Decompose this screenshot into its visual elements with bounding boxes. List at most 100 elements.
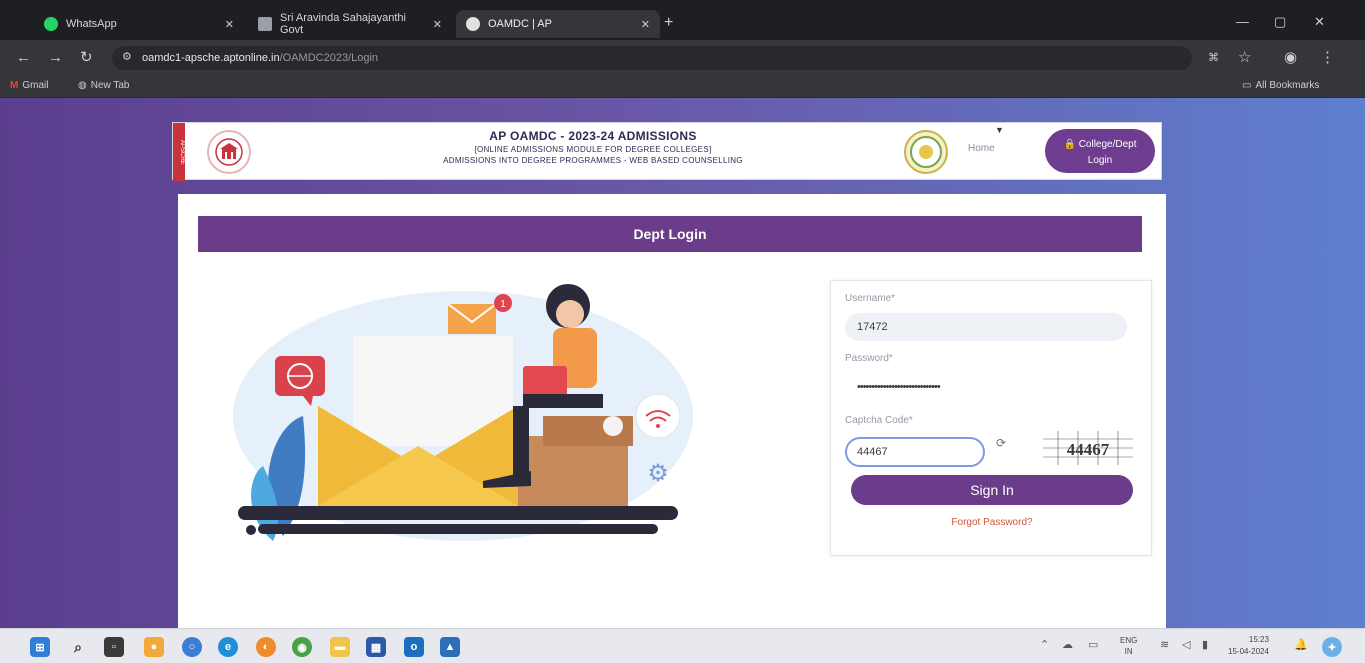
display-icon[interactable]: ▭ bbox=[1088, 638, 1098, 651]
captcha-image: 44467 bbox=[1043, 431, 1133, 465]
login-form: Username* Password* Captcha Code* ⟳ 4446… bbox=[830, 280, 1152, 556]
clock-date: 15-04-2024 bbox=[1228, 647, 1269, 656]
college-dept-login-button[interactable]: 🔒 College/Dept Login bbox=[1045, 129, 1155, 173]
bookmark-label: Gmail bbox=[22, 80, 49, 91]
lang-code: ENG bbox=[1120, 636, 1138, 645]
back-arrow-icon[interactable]: ← bbox=[16, 49, 31, 67]
new-tab-icon[interactable]: + bbox=[664, 14, 673, 32]
bookmarks-bar: M Gmail ◍ New Tab ▭ All Bookmarks bbox=[0, 76, 1365, 98]
captcha-input[interactable] bbox=[845, 437, 985, 467]
bookmark-star-icon[interactable]: ☆ bbox=[1238, 49, 1251, 67]
store-icon[interactable]: ▦ bbox=[366, 637, 386, 657]
maximize-icon[interactable]: ▢ bbox=[1274, 14, 1286, 30]
page-icon bbox=[258, 17, 272, 31]
site-header: APSCHE AP OAMDC - 2023-24 ADMISSIONS [ON… bbox=[172, 122, 1162, 181]
close-tab-icon[interactable]: ✕ bbox=[225, 18, 234, 31]
captcha-label: Captcha Code* bbox=[845, 415, 913, 426]
volume-icon[interactable]: ◁ bbox=[1182, 638, 1190, 651]
building-logo-icon bbox=[215, 138, 243, 166]
site-subtitle-1: [ONLINE ADMISSIONS MODULE FOR DEGREE COL… bbox=[474, 145, 712, 154]
close-tab-icon[interactable]: ✕ bbox=[433, 18, 442, 31]
photos-icon[interactable]: ▲ bbox=[440, 637, 460, 657]
windows-taskbar: ⊞ ⌕ ▫ ● ○ e ◐ ◉ ▬ ▦ o ▲ ⌃ ☁ ▭ ENG IN ≋ ◁… bbox=[0, 628, 1365, 663]
lock-icon: 🔒 bbox=[1063, 139, 1076, 150]
tab-govt-college[interactable]: Sri Aravinda Sahajayanthi Govt ✕ bbox=[248, 10, 452, 38]
gear-icon: ⚙ bbox=[647, 459, 669, 487]
outlook-icon[interactable]: o bbox=[404, 637, 424, 657]
tab-title: Sri Aravinda Sahajayanthi Govt bbox=[280, 12, 406, 36]
site-icon bbox=[466, 17, 480, 31]
state-emblem-icon bbox=[904, 130, 948, 174]
profile-icon[interactable]: ◉ bbox=[1284, 49, 1297, 67]
browser-toolbar: ← → ↻ ⚙ oamdc1-apsche.aptonline.in /OAMD… bbox=[0, 40, 1365, 76]
copilot-icon[interactable]: ✦ bbox=[1322, 637, 1342, 657]
search-icon[interactable]: ⌕ bbox=[68, 637, 88, 657]
chat-icon[interactable]: ○ bbox=[182, 637, 202, 657]
widgets-icon[interactable]: ● bbox=[144, 637, 164, 657]
gmail-icon: M bbox=[10, 80, 19, 91]
username-label: Username* bbox=[845, 293, 896, 304]
apsche-logo bbox=[207, 130, 251, 174]
close-window-icon[interactable]: ✕ bbox=[1314, 14, 1325, 30]
region-code: IN bbox=[1124, 647, 1133, 656]
url-host: oamdc1-apsche.aptonline.in bbox=[142, 52, 280, 64]
site-info-icon[interactable]: ⚙ bbox=[122, 50, 132, 63]
notification-bell-icon[interactable]: 🔔 bbox=[1294, 638, 1308, 651]
forgot-password-link[interactable]: Forgot Password? bbox=[831, 517, 1153, 528]
onedrive-icon[interactable]: ☁ bbox=[1062, 638, 1073, 651]
chevron-up-icon[interactable]: ⌃ bbox=[1040, 638, 1049, 651]
minimize-icon[interactable]: — bbox=[1236, 14, 1249, 29]
firefox-icon[interactable]: ◐ bbox=[256, 637, 276, 657]
start-menu-icon[interactable]: ⊞ bbox=[30, 637, 50, 657]
password-input[interactable] bbox=[845, 373, 1127, 401]
globe-icon: ◍ bbox=[78, 80, 87, 91]
translate-icon[interactable]: ⌘ bbox=[1208, 49, 1219, 67]
reload-icon[interactable]: ↻ bbox=[80, 49, 93, 67]
tab-title: WhatsApp bbox=[66, 18, 117, 30]
header-text: AP OAMDC - 2023-24 ADMISSIONS [ONLINE AD… bbox=[363, 129, 823, 165]
menu-kebab-icon[interactable]: ⋮ bbox=[1320, 49, 1335, 67]
close-tab-icon[interactable]: ✕ bbox=[641, 18, 650, 31]
tab-title: OAMDC | AP bbox=[488, 18, 552, 30]
chevron-down-icon: ▼ bbox=[995, 125, 1004, 135]
login-illustration: 1 ⚙ bbox=[233, 284, 693, 541]
sign-in-button[interactable]: Sign In bbox=[851, 475, 1133, 505]
page-viewport: APSCHE AP OAMDC - 2023-24 ADMISSIONS [ON… bbox=[0, 98, 1365, 628]
task-view-icon[interactable]: ▫ bbox=[104, 637, 124, 657]
captcha-text: 44467 bbox=[1067, 440, 1110, 459]
system-clock[interactable]: 15:23 15-04-2024 bbox=[1228, 634, 1269, 658]
notification-count: 1 bbox=[500, 299, 506, 310]
whatsapp-icon bbox=[44, 17, 58, 31]
refresh-captcha-icon[interactable]: ⟳ bbox=[996, 436, 1006, 450]
url-path: /OAMDC2023/Login bbox=[279, 52, 379, 64]
site-subtitle-2: ADMISSIONS INTO DEGREE PROGRAMMES - WEB … bbox=[443, 156, 743, 165]
bookmark-gmail[interactable]: M Gmail bbox=[10, 80, 48, 91]
file-explorer-icon[interactable]: ▬ bbox=[330, 637, 350, 657]
login-btn-line2: Login bbox=[1087, 155, 1113, 166]
tab-oamdc[interactable]: OAMDC | AP ✕ bbox=[456, 10, 660, 38]
all-bookmarks-label: All Bookmarks bbox=[1255, 80, 1320, 91]
all-bookmarks[interactable]: ▭ All Bookmarks bbox=[1242, 80, 1319, 91]
forward-arrow-icon[interactable]: → bbox=[48, 49, 63, 67]
edge-icon[interactable]: e bbox=[218, 637, 238, 657]
address-bar[interactable]: ⚙ oamdc1-apsche.aptonline.in /OAMDC2023/… bbox=[112, 46, 1192, 70]
language-indicator[interactable]: ENG IN bbox=[1120, 635, 1137, 657]
login-card: Dept Login 1 ⚙ Username* 17472 Password*… bbox=[178, 194, 1166, 628]
site-title: AP OAMDC - 2023-24 ADMISSIONS bbox=[489, 129, 697, 143]
folder-icon: ▭ bbox=[1242, 80, 1252, 91]
login-heading: Dept Login bbox=[198, 216, 1142, 252]
battery-icon[interactable]: ▮ bbox=[1202, 638, 1208, 651]
login-btn-line1: College/Dept bbox=[1078, 139, 1137, 150]
bookmark-new-tab[interactable]: ◍ New Tab bbox=[78, 80, 129, 91]
tab-whatsapp[interactable]: WhatsApp ✕ bbox=[34, 10, 244, 38]
username-input[interactable] bbox=[845, 313, 1127, 341]
browser-tab-strip: WhatsApp ✕ Sri Aravinda Sahajayanthi Gov… bbox=[0, 0, 1365, 40]
password-label: Password* bbox=[845, 353, 893, 364]
clock-time: 15:23 bbox=[1248, 635, 1269, 644]
nav-home[interactable]: Home bbox=[968, 143, 995, 154]
wifi-icon bbox=[635, 393, 681, 439]
apsche-ribbon: APSCHE bbox=[173, 123, 185, 181]
bookmark-label: New Tab bbox=[90, 80, 130, 91]
wifi-tray-icon[interactable]: ≋ bbox=[1160, 638, 1169, 651]
chrome-icon[interactable]: ◉ bbox=[292, 637, 312, 657]
